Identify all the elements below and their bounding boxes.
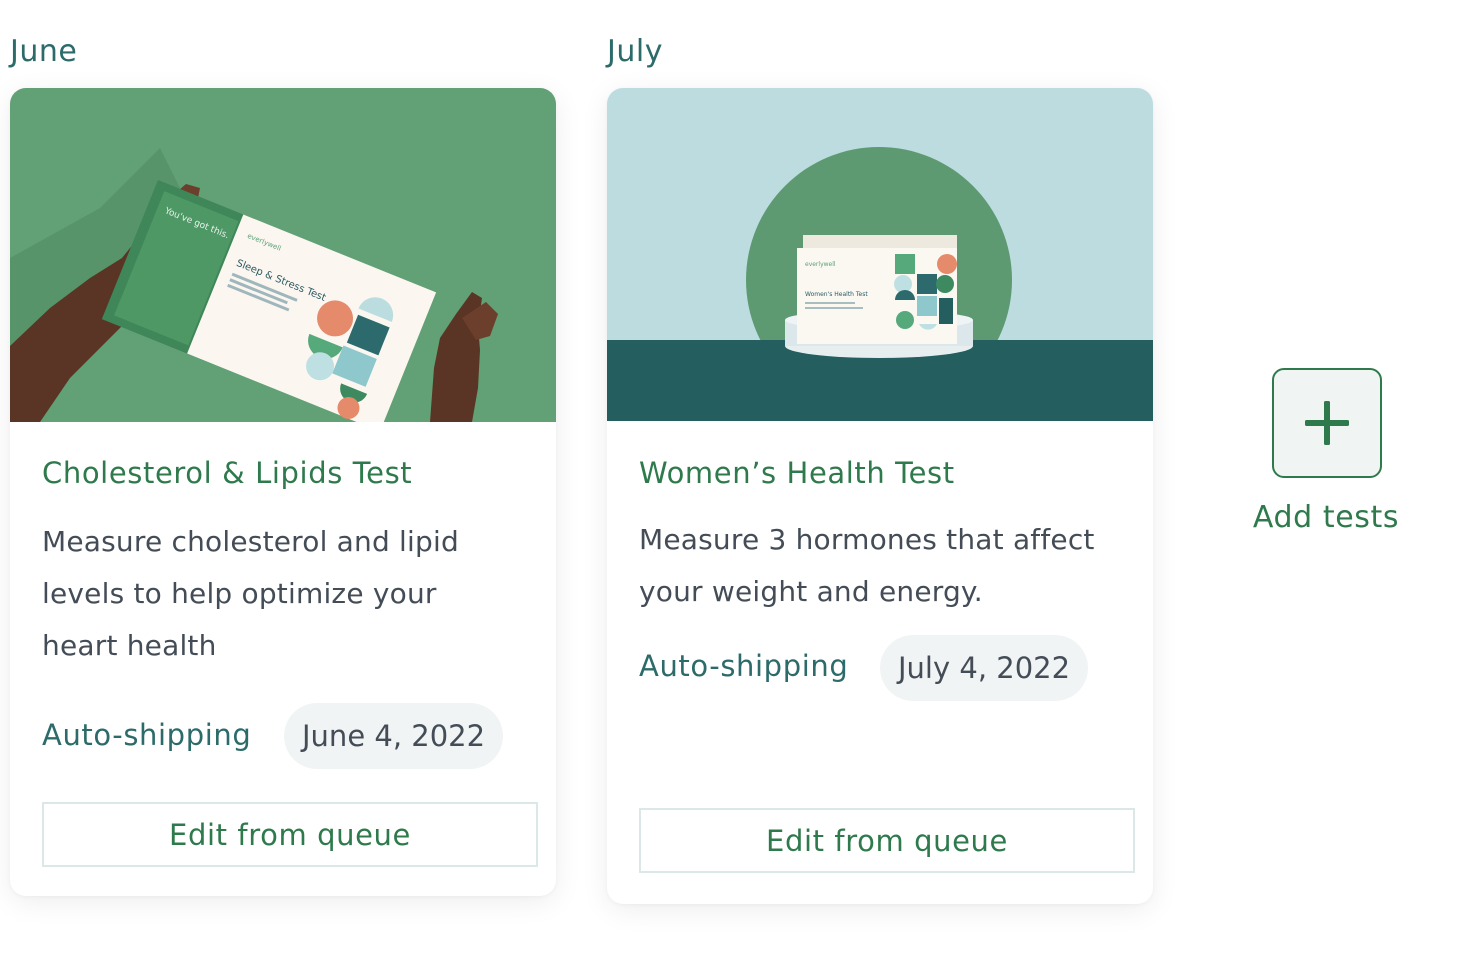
month-heading-june: June bbox=[10, 34, 78, 69]
ship-date-badge: July 4, 2022 bbox=[880, 635, 1089, 701]
sleep-stress-test-product-image: You've got this. everlywell Sleep & Stre… bbox=[10, 88, 556, 422]
test-description: Measure 3 hormones that affect your weig… bbox=[639, 523, 1095, 608]
ship-date-badge: June 4, 2022 bbox=[284, 703, 504, 769]
edit-from-queue-button[interactable]: Edit from queue bbox=[639, 808, 1135, 873]
test-title: Cholesterol & Lipids Test bbox=[42, 456, 413, 490]
add-tests-button[interactable] bbox=[1272, 368, 1382, 478]
plus-icon bbox=[1305, 401, 1349, 445]
add-tests-label[interactable]: Add tests bbox=[1236, 500, 1416, 535]
test-card-june: You've got this. everlywell Sleep & Stre… bbox=[10, 88, 556, 896]
auto-shipping-label: Auto-shipping bbox=[42, 718, 252, 752]
auto-shipping-label: Auto-shipping bbox=[639, 649, 849, 683]
test-description: Measure cholesterol and lipid levels to … bbox=[42, 525, 459, 662]
test-title: Women’s Health Test bbox=[639, 456, 955, 490]
edit-from-queue-button[interactable]: Edit from queue bbox=[42, 802, 538, 867]
womens-health-test-product-image: everlywell Women's Health Test bbox=[607, 88, 1153, 421]
box-brand: everlywell bbox=[805, 261, 836, 268]
box-title: Women's Health Test bbox=[805, 291, 868, 298]
test-card-july: everlywell Women's Health Test Women’s H… bbox=[607, 88, 1153, 904]
month-heading-july: July bbox=[607, 34, 663, 69]
